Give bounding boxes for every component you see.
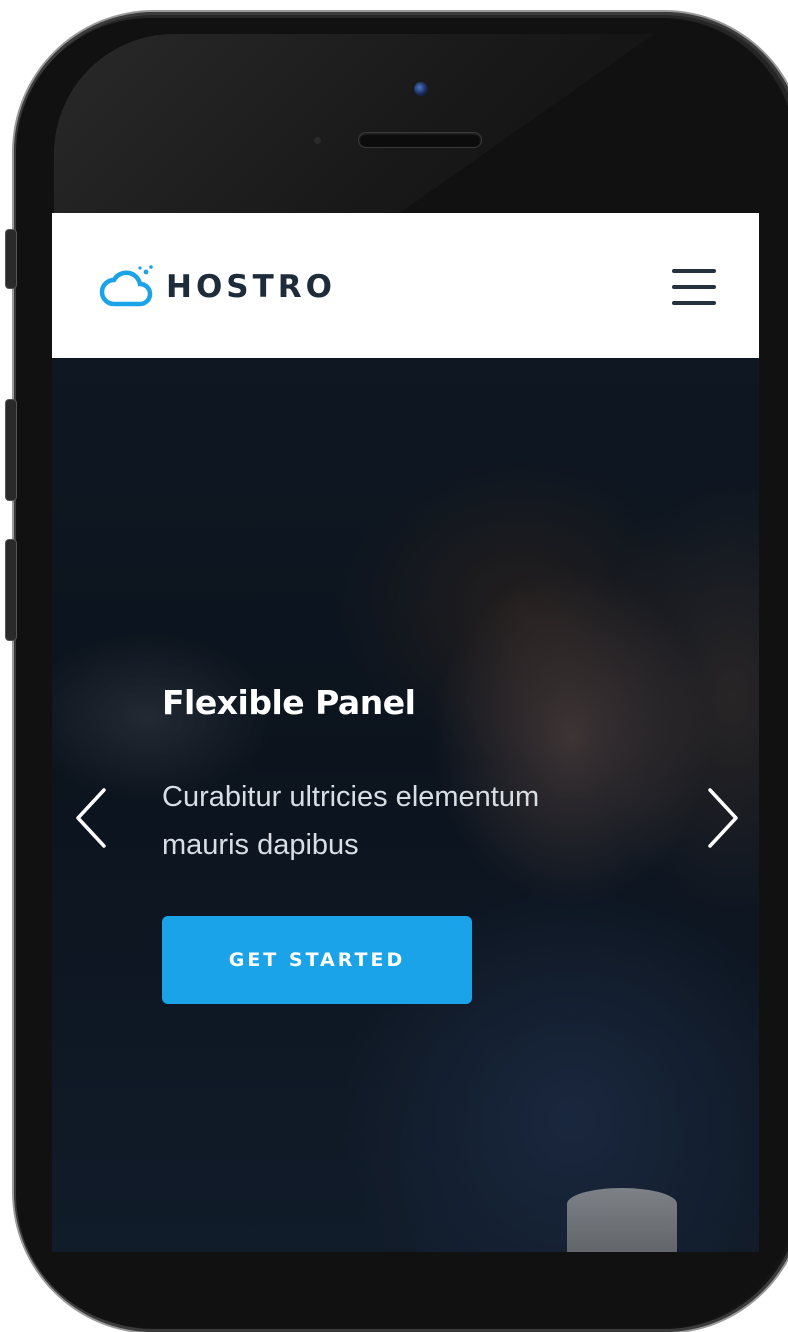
brand-name: HOSTRO (166, 269, 336, 305)
hamburger-menu-icon[interactable] (672, 263, 718, 309)
hero-subtitle: Curabitur ultricies elementum mauris dap… (162, 781, 540, 861)
chevron-right-icon (708, 788, 738, 848)
volume-down-button (6, 540, 16, 640)
brand-logo[interactable]: HOSTRO (96, 257, 336, 317)
hero-title: Flexible Panel (162, 683, 416, 722)
hero-slider: Flexible Panel Curabitur ultricies eleme… (52, 358, 759, 1252)
mute-switch (6, 230, 16, 288)
slider-next-button[interactable] (702, 786, 742, 850)
site-header: HOSTRO (52, 213, 759, 358)
get-started-button[interactable]: GET STARTED (162, 916, 472, 1004)
cloud-icon (99, 265, 153, 307)
proximity-sensor (314, 137, 321, 144)
slider-prev-button[interactable] (72, 786, 112, 850)
front-camera (414, 82, 428, 96)
earpiece-speaker (359, 133, 481, 147)
chevron-left-icon (76, 788, 106, 848)
volume-up-button (6, 400, 16, 500)
phone-screen: HOSTRO Flexible Panel Curabitur ultricie… (52, 213, 759, 1252)
